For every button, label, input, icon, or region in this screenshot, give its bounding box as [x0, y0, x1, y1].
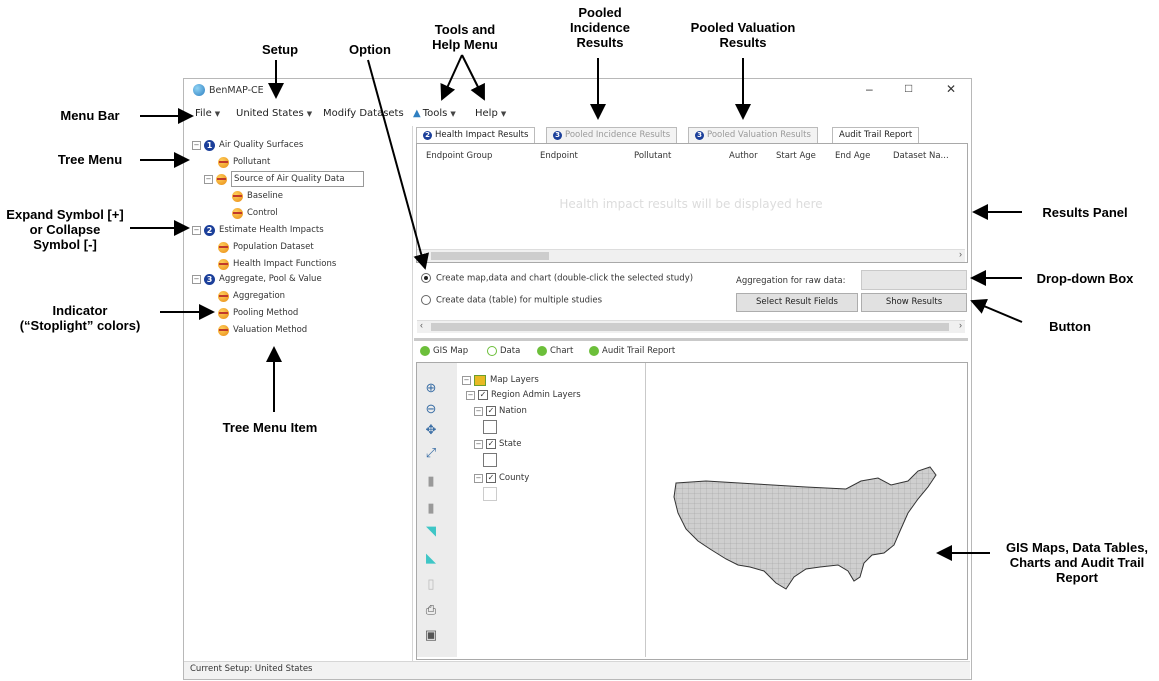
arrow-help	[461, 54, 485, 101]
annotation-arrows	[130, 54, 1023, 561]
arrow-tools	[440, 54, 463, 101]
arrow-option	[367, 59, 430, 270]
arrow-button	[970, 299, 1023, 323]
